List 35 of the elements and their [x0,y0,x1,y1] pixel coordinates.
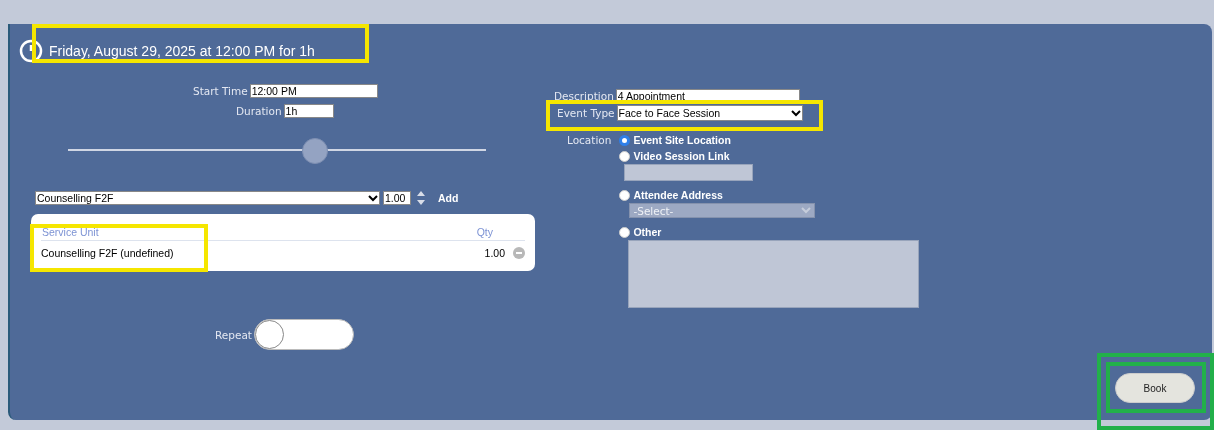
event-type-label: Event Type [557,107,615,119]
duration-label: Duration [236,105,282,117]
chevron-icon [790,109,801,117]
service-select[interactable]: Counselling F2F [35,191,380,205]
column-header: Service Unit [42,226,99,238]
option-label: Video Session Link [633,150,730,162]
clock-icon [19,39,43,63]
radio-button[interactable] [619,189,631,201]
book-button[interactable]: Book [1115,373,1195,403]
radio-button[interactable] [619,226,631,238]
add-link[interactable]: Add [438,192,459,204]
location-label: Location [567,134,612,148]
column-header: Qty [476,226,493,238]
option-label: Other [633,226,662,238]
repeat-toggle[interactable] [253,319,354,350]
table-cell: 1.00 [484,247,505,259]
quantity-field[interactable]: 1.00 [383,191,411,205]
event-type-select[interactable]: Face to Face Session [616,105,803,121]
slider-thumb[interactable] [301,138,328,164]
option-label: Event Site Location [633,134,731,146]
radio-button[interactable] [619,134,631,146]
chevron-icon [801,207,812,214]
time-slider[interactable] [68,138,486,162]
radio-button[interactable] [619,150,631,162]
start-time-field[interactable]: 12:00 PM [249,84,378,98]
spinner-icon[interactable] [416,190,426,206]
appointment-title: Friday, August 29, 2025 at 12:00 PM for 1h [49,43,315,59]
duration-field[interactable]: 1h [283,104,334,118]
option-label: Attendee Address [633,189,723,201]
start-time-label: Start Time [193,85,248,97]
chevron-icon [368,194,378,202]
repeat-label: Repeat [215,328,252,341]
table-cell: Counselling F2F (undefined) [41,247,174,259]
description-label: Description [554,90,614,102]
link-field[interactable] [624,164,754,181]
